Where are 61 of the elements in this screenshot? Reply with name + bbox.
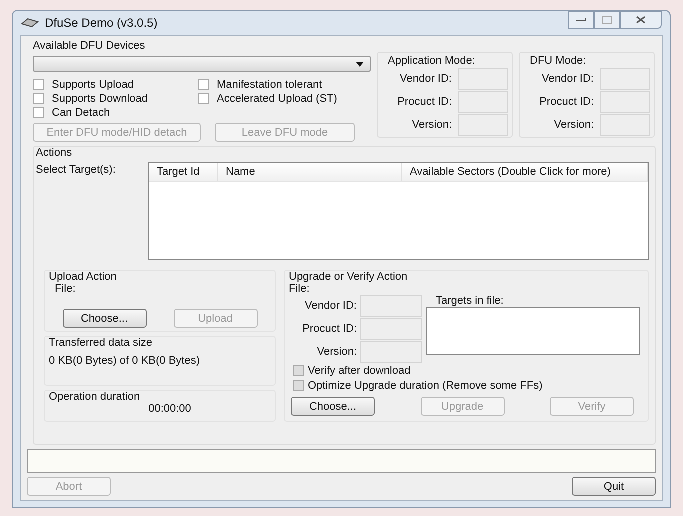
readonly-field — [360, 295, 422, 317]
checkbox-option[interactable]: Manifestation tolerant — [198, 78, 371, 91]
panel-title: Transferred data size — [49, 337, 154, 349]
footer-button[interactable]: Quit — [572, 477, 656, 496]
readonly-field — [458, 68, 508, 90]
field-label: Version: — [553, 119, 595, 131]
readonly-field — [600, 91, 650, 113]
column-header[interactable]: Target Id — [149, 163, 218, 181]
checkbox-option[interactable]: Accelerated Upload (ST) — [198, 92, 371, 105]
field-label: Version: — [411, 119, 453, 131]
checkbox[interactable] — [198, 79, 209, 90]
checkbox[interactable] — [293, 365, 304, 376]
device-dropdown[interactable] — [33, 56, 371, 72]
readonly-field — [458, 91, 508, 113]
field-label: Vendor ID: — [541, 73, 595, 85]
checkbox[interactable] — [33, 93, 44, 104]
field-label: Version: — [316, 346, 358, 358]
panel-title: Upgrade or Verify Action — [289, 271, 409, 283]
checkbox[interactable] — [293, 380, 304, 391]
minimize-button[interactable] — [568, 11, 594, 29]
file-label: File: — [289, 283, 311, 295]
window-title: DfuSe Demo (v3.0.5) — [45, 16, 158, 30]
targets-table[interactable]: Target Id Name Available Sectors (Double Click for more) — [148, 162, 649, 260]
dropdown-caret-icon — [356, 62, 364, 66]
targets-list[interactable] — [426, 307, 640, 355]
checkbox-option[interactable]: Optimize Upgrade duration (Remove some FFs) — [289, 378, 644, 393]
select-targets-label: Select Target(s): — [36, 163, 117, 178]
mode-title: DFU Mode: — [529, 55, 588, 67]
upgrade-action-button[interactable]: Choose... — [291, 397, 375, 416]
field-label: Procuct ID: — [302, 323, 358, 335]
close-icon — [636, 16, 646, 24]
duration-value: 00:00:00 — [148, 403, 192, 415]
readonly-field — [360, 341, 422, 363]
upload-action-button[interactable]: Choose... — [62, 309, 146, 328]
minimize-icon — [576, 18, 586, 22]
column-header[interactable]: Name — [218, 163, 402, 181]
field-label: Procuct ID: — [538, 96, 595, 108]
device-icon — [21, 18, 39, 28]
checkbox-option[interactable]: Supports Download — [33, 92, 198, 105]
group-label: Actions — [36, 147, 74, 159]
readonly-field — [360, 318, 422, 340]
panel-title: Operation duration — [49, 391, 142, 403]
field-label: Vendor ID: — [304, 300, 358, 312]
maximize-icon — [602, 16, 612, 24]
file-label: File: — [54, 283, 77, 295]
checkbox[interactable] — [33, 79, 44, 90]
field-label: Procuct ID: — [396, 96, 453, 108]
checkbox[interactable] — [198, 93, 209, 104]
close-button[interactable] — [620, 11, 662, 29]
mode-title: Application Mode: — [387, 55, 476, 67]
column-header[interactable]: Available Sectors (Double Click for more) — [402, 163, 648, 181]
transferred-size: 0 KB(0 Bytes) of 0 KB(0 Bytes) — [49, 355, 202, 367]
group-label: Available DFU Devices — [33, 40, 146, 52]
checkbox-option[interactable]: Can Detach — [33, 106, 198, 119]
checkbox-option[interactable]: Verify after download — [289, 363, 644, 378]
checkbox[interactable] — [33, 107, 44, 118]
panel-title: Upload Action — [49, 271, 118, 283]
checkbox-option[interactable]: Supports Upload — [33, 78, 198, 91]
targets-in-file-label: Targets in file: — [435, 295, 505, 307]
field-label: Vendor ID: — [399, 73, 453, 85]
readonly-field — [600, 68, 650, 90]
